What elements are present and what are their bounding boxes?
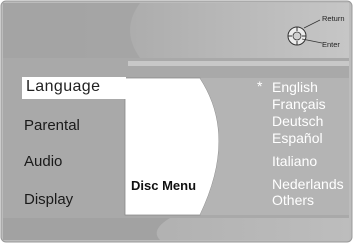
option-deutsch[interactable]: Deutsch <box>272 113 323 129</box>
sidebar-item-language[interactable]: Language <box>26 78 100 96</box>
option-italiano[interactable]: Italiano <box>272 153 317 169</box>
return-hint: Return <box>322 14 345 23</box>
option-others[interactable]: Others <box>272 192 314 208</box>
option-english[interactable]: English <box>272 79 318 95</box>
sidebar-item-audio[interactable]: Audio <box>24 153 62 170</box>
submenu-panel <box>124 77 220 216</box>
enter-hint: Enter <box>322 40 340 49</box>
header-left-shade <box>3 3 140 58</box>
disc-menu-label: Disc Menu <box>131 178 197 193</box>
sidebar-item-parental[interactable]: Parental <box>24 117 80 134</box>
header-divider <box>128 61 349 66</box>
option-francais[interactable]: Français <box>272 96 326 112</box>
option-nederlands[interactable]: Nederlands <box>272 176 344 192</box>
footer-left-shade <box>3 218 170 240</box>
selected-option-marker: * <box>257 78 263 94</box>
sidebar-item-display[interactable]: Display <box>24 191 73 208</box>
option-espanol[interactable]: Español <box>272 130 323 146</box>
